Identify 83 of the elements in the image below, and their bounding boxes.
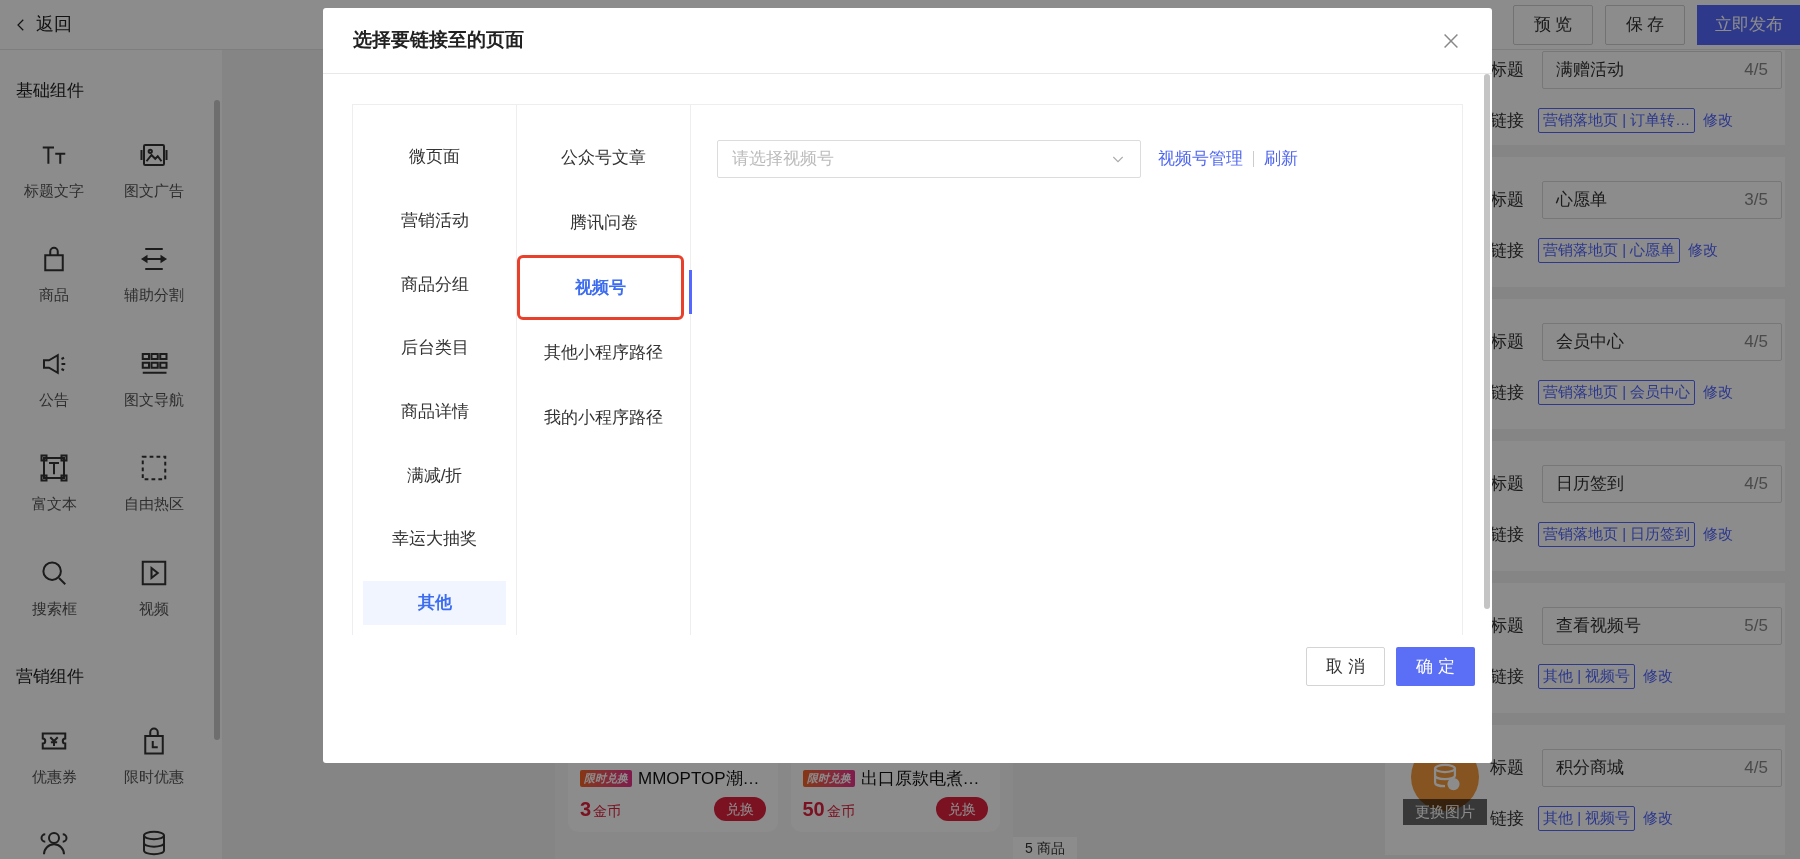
component-item[interactable]: 辅助分割 — [104, 244, 204, 307]
component-item[interactable]: 自由热区 — [104, 453, 204, 516]
field-label: 链接 — [1490, 807, 1524, 830]
category-item[interactable]: 后台类目 — [353, 316, 516, 380]
title-input[interactable]: 会员中心 4/5 — [1542, 322, 1782, 361]
link-tag: 其他 | 视频号 — [1538, 664, 1636, 689]
input-value: 心愿单 — [1556, 189, 1607, 211]
dashed-square-icon — [139, 453, 169, 483]
edit-link[interactable]: 修改 — [1703, 523, 1734, 546]
char-counter: 3/5 — [1744, 189, 1768, 211]
subcategory-item[interactable]: 我的小程序路径 — [517, 385, 690, 450]
subcategory-item[interactable]: 腾讯问卷 — [517, 190, 690, 255]
component-item[interactable]: 搜索框 — [4, 557, 104, 620]
component-item[interactable]: 富文本 — [4, 453, 104, 516]
category-item[interactable]: 营销活动 — [353, 188, 516, 253]
title-input[interactable]: 查看视频号 5/5 — [1542, 606, 1782, 645]
edit-link[interactable]: 修改 — [1643, 807, 1674, 830]
dialog-title: 选择要链接至的页面 — [353, 28, 524, 53]
product-name: MMOPTOP潮… — [638, 767, 760, 790]
input-value: 日历签到 — [1556, 473, 1624, 495]
product-price: 50 金币 — [802, 797, 855, 822]
input-value: 查看视频号 — [1556, 615, 1641, 637]
selection-indicator — [689, 270, 692, 314]
back-button[interactable]: 返回 — [12, 11, 72, 38]
link-tag: 营销落地页 | 订单转… — [1538, 108, 1696, 133]
title-input[interactable]: 积分商城 4/5 — [1542, 748, 1782, 787]
category-item[interactable]: 幸运大抽奖 — [353, 507, 516, 571]
component-item[interactable]: 图文广告 — [104, 139, 204, 202]
component-item[interactable]: 公告 — [4, 348, 104, 411]
link-tag: 其他 | 视频号 — [1538, 806, 1636, 831]
subcategory-item[interactable]: 视频号 — [517, 255, 684, 320]
cancel-button[interactable]: 取 消 — [1306, 647, 1385, 686]
text-link[interactable]: 刷新 — [1264, 146, 1298, 172]
title-input[interactable]: 满赠活动 4/5 — [1542, 50, 1782, 89]
toolbar-button[interactable]: 预 览 — [1513, 4, 1593, 45]
link-tag: 营销落地页 | 心愿单 — [1538, 238, 1681, 263]
text-link[interactable]: 视频号管理 — [1158, 146, 1243, 172]
product-count-tag: 5 商品 — [1013, 837, 1077, 859]
text-frame-icon — [39, 453, 69, 483]
title-input[interactable]: 日历签到 4/5 — [1542, 464, 1782, 503]
edit-link[interactable]: 修改 — [1688, 239, 1719, 262]
scrollbar[interactable] — [214, 100, 220, 740]
promo-tag: 限时兑换 — [580, 770, 632, 787]
component-item[interactable]: 优惠券 — [4, 725, 104, 788]
component-item[interactable]: 限时优惠 — [104, 725, 204, 788]
section-title: 营销组件 — [16, 666, 85, 688]
edit-link[interactable]: 修改 — [1643, 665, 1674, 688]
char-counter: 4/5 — [1744, 58, 1768, 81]
select-placeholder: 请选择视频号 — [732, 148, 834, 171]
section-title: 基础组件 — [16, 80, 85, 102]
scrollbar[interactable] — [1484, 74, 1490, 609]
component-item[interactable]: 商品 — [4, 244, 104, 307]
input-value: 会员中心 — [1556, 331, 1624, 353]
product-name: 出口原款电煮… — [860, 767, 980, 790]
product-price: 3金币 — [580, 797, 622, 822]
input-value: 积分商城 — [1556, 757, 1624, 779]
category-item[interactable]: 商品详情 — [353, 379, 516, 444]
category-item[interactable]: 满减/折 — [353, 443, 516, 508]
category-item[interactable]: 微页面 — [353, 125, 516, 189]
publish-button[interactable]: 立即发布 — [1697, 4, 1800, 45]
redeem-button[interactable]: 兑换 — [936, 797, 988, 821]
edit-link[interactable]: 修改 — [1703, 109, 1734, 132]
subcategory-item[interactable]: 其他小程序路径 — [517, 320, 690, 385]
field-label: 标题 — [1490, 757, 1524, 779]
category-item[interactable]: 商品分组 — [353, 252, 516, 317]
component-item[interactable]: 标题文字 — [4, 139, 104, 202]
link-tag: 营销落地页 | 会员中心 — [1538, 380, 1696, 405]
redeem-button[interactable]: 兑换 — [713, 797, 766, 821]
component-item[interactable]: 视频 — [104, 557, 204, 620]
title-input[interactable]: 心愿单 3/5 — [1542, 180, 1782, 219]
confirm-button[interactable]: 确 定 — [1396, 647, 1475, 686]
input-value: 满赠活动 — [1556, 58, 1624, 81]
subcategory-item[interactable]: 公众号文章 — [517, 125, 690, 190]
link-tag: 营销落地页 | 日历签到 — [1538, 522, 1696, 547]
edit-link[interactable]: 修改 — [1703, 381, 1734, 404]
promo-tag: 限时兑换 — [802, 770, 855, 787]
char-counter: 4/5 — [1744, 757, 1768, 779]
component-item[interactable]: 图文导航 — [104, 348, 204, 411]
category-item[interactable]: 其他 — [363, 580, 506, 625]
char-counter: 4/5 — [1744, 331, 1768, 353]
char-counter: 5/5 — [1744, 615, 1768, 637]
toolbar-button[interactable]: 保 存 — [1605, 4, 1685, 45]
char-counter: 4/5 — [1744, 473, 1768, 495]
